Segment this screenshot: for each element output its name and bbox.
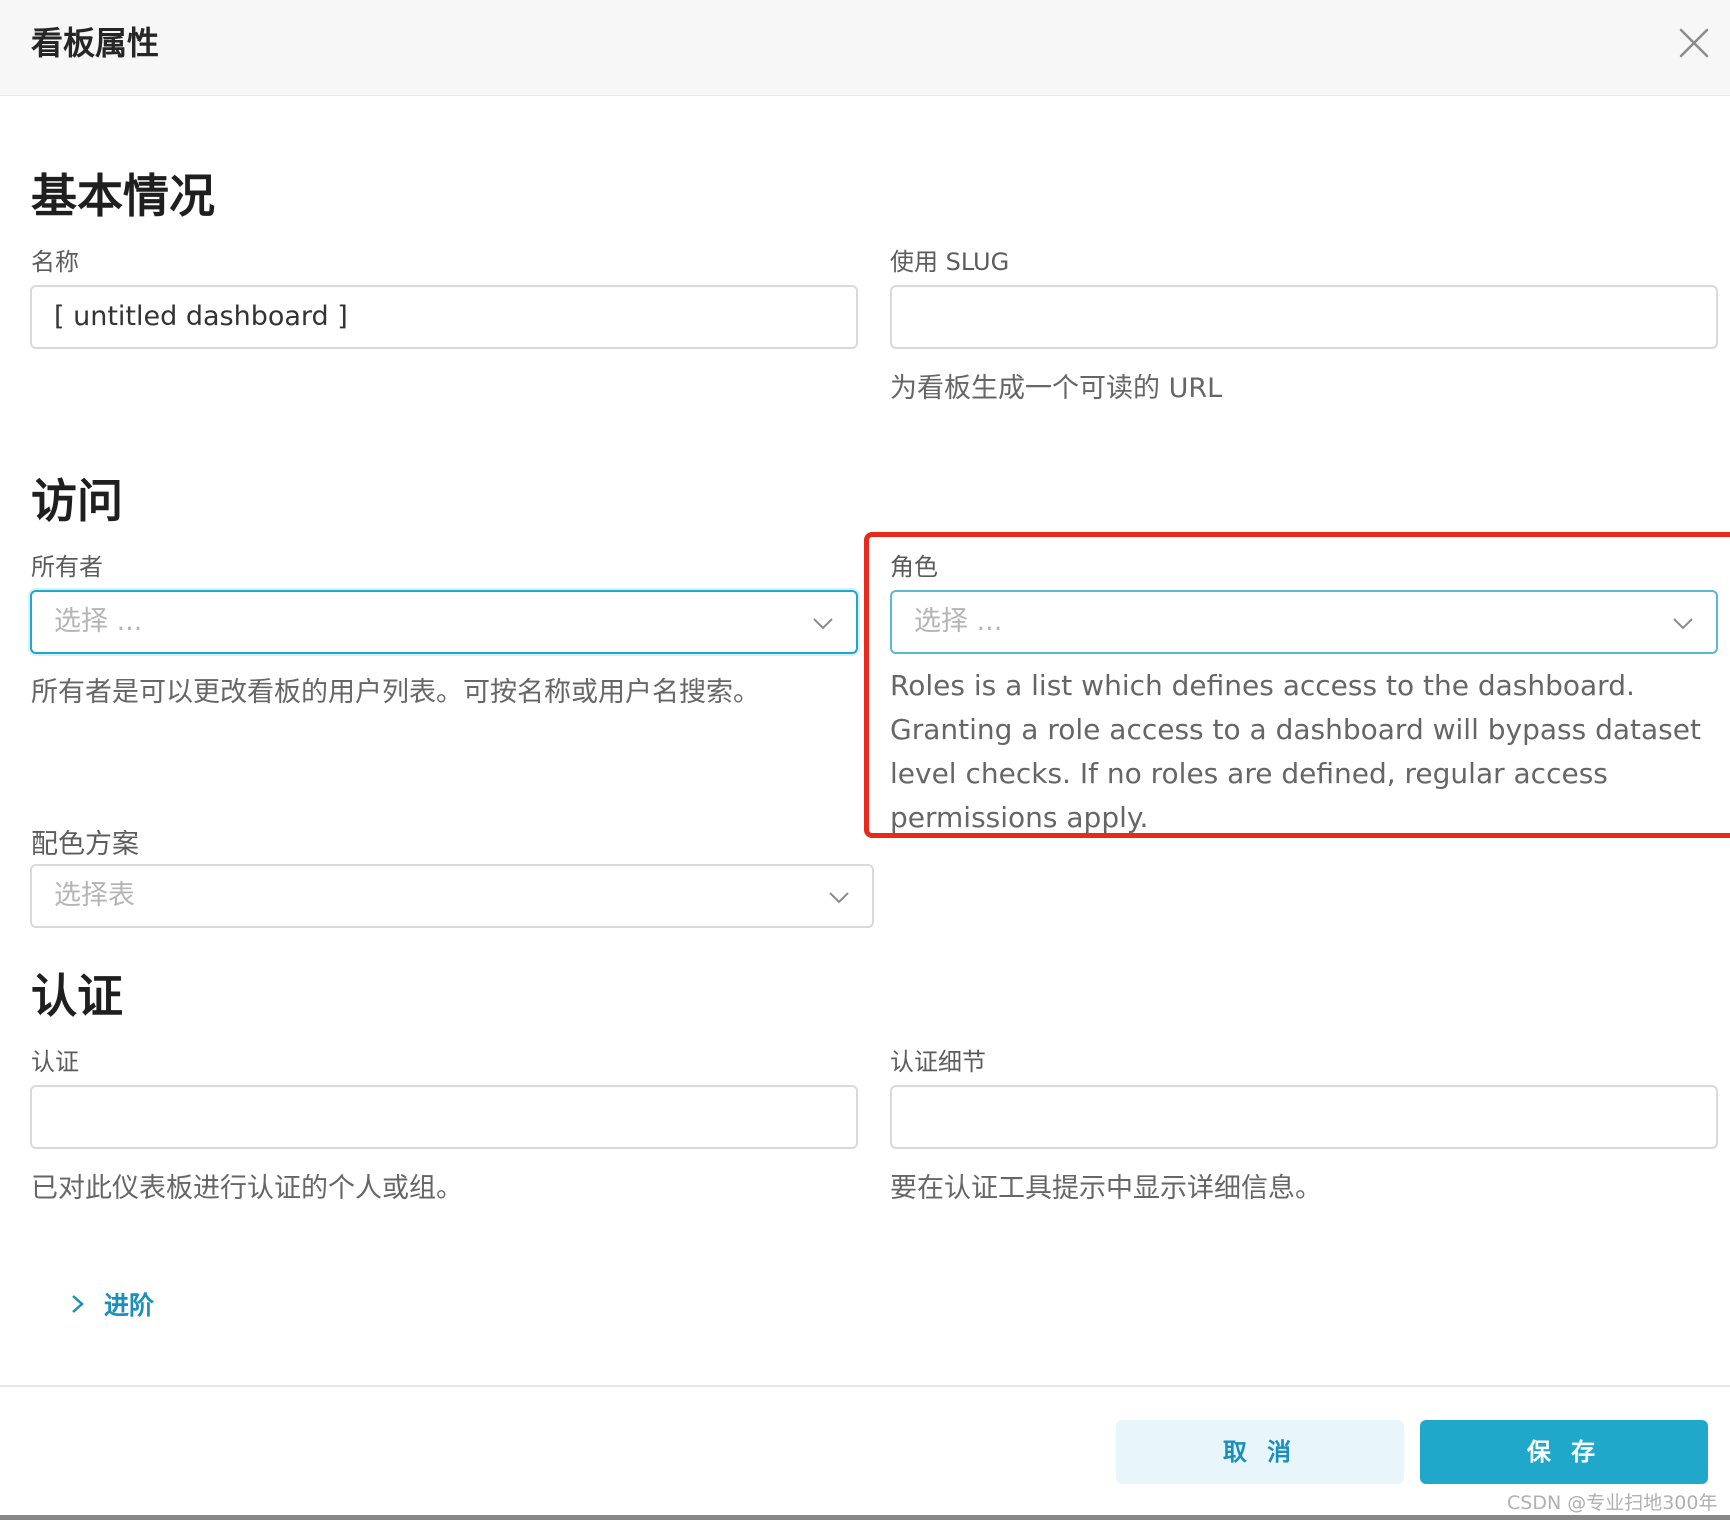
chevron-right-icon <box>72 1295 84 1313</box>
certification-details-input[interactable] <box>890 1085 1718 1149</box>
cancel-button[interactable]: 取 消 <box>1116 1420 1404 1484</box>
name-label: 名称 <box>31 248 79 276</box>
section-certification-title: 认证 <box>31 969 123 1023</box>
color-scheme-label: 配色方案 <box>31 829 139 860</box>
name-input[interactable]: [ untitled dashboard ] <box>30 285 858 349</box>
owners-help: 所有者是可以更改看板的用户列表。可按名称或用户名搜索。 <box>31 677 760 708</box>
color-scheme-placeholder: 选择表 <box>54 880 135 911</box>
certified-by-input[interactable] <box>30 1085 858 1149</box>
roles-placeholder: 选择 ... <box>914 606 1003 637</box>
save-button[interactable]: 保 存 <box>1420 1420 1708 1484</box>
owners-placeholder: 选择 ... <box>54 606 143 637</box>
footer-divider <box>0 1385 1730 1387</box>
modal-header: 看板属性 <box>0 0 1730 96</box>
slug-label: 使用 SLUG <box>890 248 1010 276</box>
section-basic-title: 基本情况 <box>31 169 215 223</box>
advanced-toggle[interactable]: 进阶 <box>70 1286 154 1322</box>
roles-select[interactable]: 选择 ... <box>890 590 1718 654</box>
owners-select[interactable]: 选择 ... <box>30 590 858 654</box>
roles-label: 角色 <box>890 553 938 581</box>
certified-by-help: 已对此仪表板进行认证的个人或组。 <box>31 1173 463 1204</box>
section-access-title: 访问 <box>31 474 123 528</box>
advanced-label: 进阶 <box>104 1291 155 1320</box>
close-icon[interactable] <box>1675 24 1713 62</box>
roles-help: Roles is a list which defines access to … <box>890 669 1701 834</box>
certified-by-label: 认证 <box>31 1048 79 1076</box>
certification-details-label: 认证细节 <box>890 1048 986 1076</box>
watermark: CSDN @专业扫地300年 <box>1507 1492 1718 1514</box>
slug-input[interactable] <box>890 285 1718 349</box>
chevron-down-icon <box>1673 618 1693 630</box>
slug-help: 为看板生成一个可读的 URL <box>890 373 1223 404</box>
owners-label: 所有者 <box>31 553 103 581</box>
certification-details-help: 要在认证工具提示中显示详细信息。 <box>890 1173 1322 1204</box>
color-scheme-select[interactable]: 选择表 <box>30 864 874 928</box>
chevron-down-icon <box>829 892 849 904</box>
bottom-border <box>0 1515 1730 1520</box>
modal-title: 看板属性 <box>31 24 160 62</box>
chevron-down-icon <box>813 618 833 630</box>
